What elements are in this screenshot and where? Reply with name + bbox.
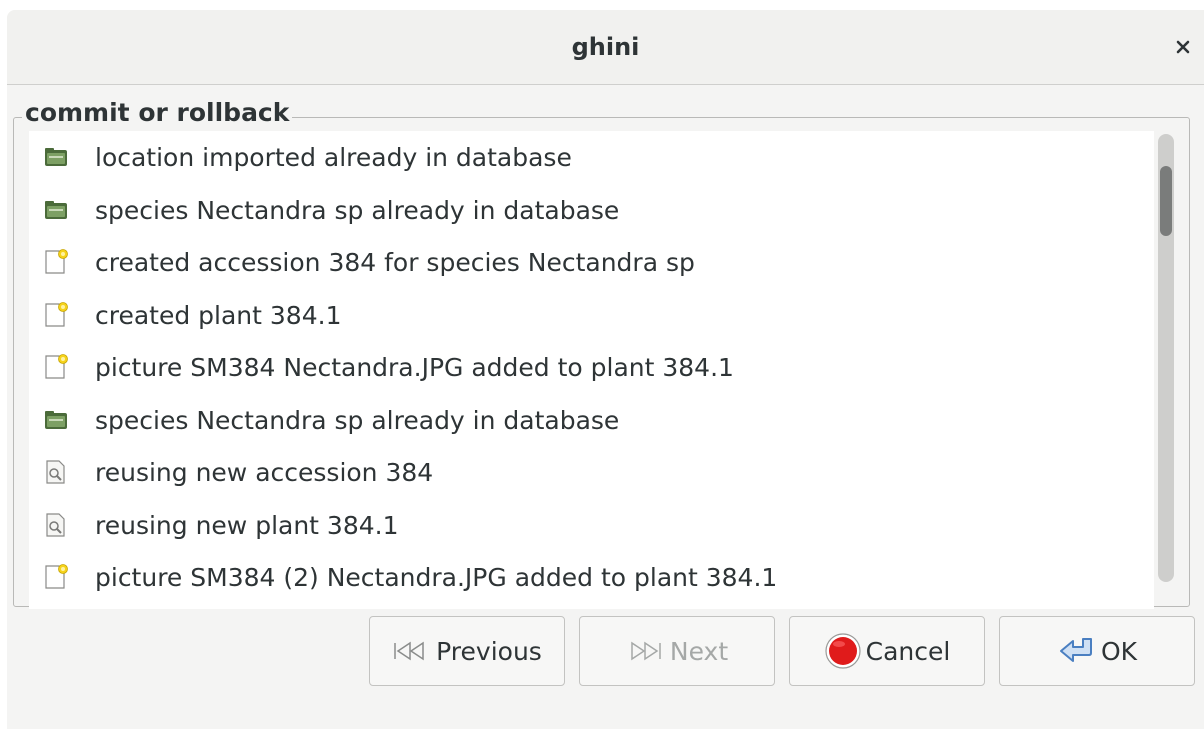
- previous-label: Previous: [436, 636, 542, 666]
- window-title: ghini: [571, 33, 640, 61]
- close-icon: [1176, 40, 1190, 54]
- skip-back-icon: [394, 641, 424, 661]
- cancel-label: Cancel: [865, 636, 951, 666]
- list-item[interactable]: reusing new accession 384: [29, 446, 1154, 500]
- ok-label: OK: [1100, 636, 1138, 666]
- next-button[interactable]: Next: [579, 616, 775, 686]
- previous-button[interactable]: Previous: [369, 616, 565, 686]
- list-item-text: reusing new accession 384: [95, 458, 434, 487]
- list-item-text: picture SM384 Nectandra.JPG added to pla…: [95, 353, 734, 382]
- skip-forward-icon: [631, 641, 661, 661]
- list-item[interactable]: created plant 384.1: [29, 289, 1154, 343]
- document-search-icon: [44, 459, 68, 485]
- list-item[interactable]: location imported already in database: [29, 131, 1154, 185]
- log-list[interactable]: location imported already in database spe…: [29, 131, 1154, 609]
- folder-icon: [44, 144, 68, 170]
- cancel-button[interactable]: Cancel: [789, 616, 985, 686]
- frame-label: commit or rollback: [22, 98, 293, 128]
- list-item[interactable]: created accession 384 for species Nectan…: [29, 236, 1154, 290]
- next-label: Next: [669, 636, 729, 666]
- list-item-text: created plant 384.1: [95, 300, 342, 330]
- close-button[interactable]: [1168, 32, 1198, 62]
- new-document-icon: [44, 564, 68, 590]
- new-document-icon: [44, 249, 68, 275]
- list-item-text: location imported already in database: [95, 143, 572, 172]
- list-item-text: created accession 384 for species Nectan…: [95, 248, 695, 277]
- list-item[interactable]: picture SM384 Nectandra.JPG added to pla…: [29, 341, 1154, 395]
- list-item-text: reusing new plant 384.1: [95, 510, 399, 540]
- ok-button[interactable]: OK: [999, 616, 1195, 686]
- list-item-text: species Nectandra sp already in database: [95, 195, 620, 225]
- new-document-icon: [44, 354, 68, 380]
- list-item[interactable]: picture SM384 (2) Nectandra.JPG added to…: [29, 551, 1154, 605]
- titlebar: ghini: [7, 10, 1204, 85]
- new-document-icon: [44, 301, 68, 328]
- list-item[interactable]: species Nectandra sp already in database: [29, 394, 1154, 448]
- folder-icon: [44, 407, 68, 433]
- list-item-text: species Nectandra sp already in database: [95, 405, 620, 435]
- list-item[interactable]: reusing new plant 384.1: [29, 499, 1154, 553]
- list-item[interactable]: species Nectandra sp already in database: [29, 184, 1154, 238]
- folder-icon: [44, 197, 68, 223]
- document-search-icon: [44, 512, 68, 538]
- list-item-text: picture SM384 (2) Nectandra.JPG added to…: [95, 563, 778, 592]
- scrollbar-thumb[interactable]: [1160, 166, 1172, 236]
- enter-arrow-icon: [1059, 638, 1092, 662]
- stop-icon: [825, 633, 861, 669]
